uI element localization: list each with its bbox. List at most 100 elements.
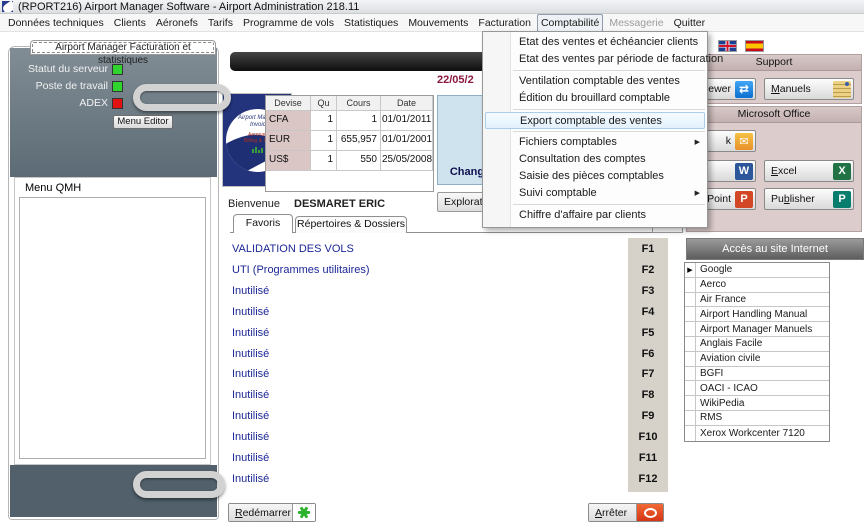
fkey-f5[interactable]: F5 [628,327,668,339]
stop-button[interactable]: Arrêter [588,503,664,522]
menu-aeronefs[interactable]: Aéronefs [152,14,202,32]
link-label: Anglais Facile [696,338,762,349]
notes-icon [833,81,851,98]
favorite-item-3[interactable]: Inutilisé [232,285,269,297]
currency-table: DeviseQuCoursDateCFA1101/01/2011EUR1655,… [265,95,434,192]
status-row-poste-de-travail: Poste de travail [14,80,123,92]
link-row-airport-manager-manuels[interactable]: Airport Manager Manuels [685,322,829,337]
link-row-air-france[interactable]: Air France [685,293,829,308]
currency-cell: 1 [337,111,381,131]
favorite-item-4[interactable]: Inutilisé [232,306,269,318]
fkey-f12[interactable]: F12 [628,473,668,485]
status-label: Statut du serveur [14,63,108,75]
menu-item-saisie-des-pieces-comptables[interactable]: Saisie des pièces comptables [483,168,707,185]
word-icon: W [735,163,753,180]
menu-clients[interactable]: Clients [110,14,150,32]
row-gutter [685,307,696,321]
tab-airport-manager-facturation[interactable]: Airport Manager Facturation et statistiq… [30,40,216,55]
menu-item-fichiers-comptables[interactable]: Fichiers comptables▶ [483,134,707,151]
manuels-button[interactable]: Manuels [764,78,854,100]
fkey-f1[interactable]: F1 [628,243,668,255]
link-row-airport-handling-manual[interactable]: Airport Handling Manual [685,307,829,322]
menu-item-edition-du-brouillard-comptable[interactable]: Édition du brouillard comptable [483,90,707,107]
favorite-item-7[interactable]: Inutilisé [232,368,269,380]
menu-qmh-list[interactable] [19,197,206,459]
restart-label: Redémarrer [229,504,293,521]
menu-item-ventilation-comptable-des-ventes[interactable]: Ventilation comptable des ventes [483,73,707,90]
favorite-item-11[interactable]: Inutilisé [232,452,269,464]
link-row-anglais-facile[interactable]: Anglais Facile [685,337,829,352]
welcome-message: Bienvenue DESMARET ERIC [228,198,385,210]
menu-donnees-techniques[interactable]: Données techniques [4,14,108,32]
favorite-item-2[interactable]: UTI (Programmes utilitaires) [232,264,370,276]
menu-facturation[interactable]: Facturation [474,14,535,32]
restart-button[interactable]: Redémarrer [228,503,316,522]
menu-quitter[interactable]: Quitter [670,14,710,32]
currency-col-devise: Devise [266,96,311,111]
teamviewer-label: ewer [708,83,731,95]
link-label: Aerco [696,279,726,290]
publisher-icon: P [833,191,851,208]
fkey-f8[interactable]: F8 [628,389,668,401]
favorite-item-5[interactable]: Inutilisé [232,327,269,339]
link-row-xerox-workcenter-7120[interactable]: Xerox Workcenter 7120 [685,426,829,441]
menu-item-etat-des-ventes-et-echeancier-clients[interactable]: Etat des ventes et échéancier clients [483,34,707,51]
fkey-f6[interactable]: F6 [628,348,668,360]
link-row-wikipedia[interactable]: WikiPedia [685,396,829,411]
menu-messagerie[interactable]: Messagerie [605,14,667,32]
menu-tarifs[interactable]: Tarifs [204,14,237,32]
link-row-google[interactable]: ▶Google [685,263,829,278]
favorite-item-9[interactable]: Inutilisé [232,410,269,422]
power-icon [637,504,663,521]
fkey-f4[interactable]: F4 [628,306,668,318]
favorite-item-1[interactable]: VALIDATION DES VOLS [232,243,354,255]
menu-editor-button[interactable]: Menu Editor [113,115,173,129]
favorite-item-10[interactable]: Inutilisé [232,431,269,443]
favorite-item-8[interactable]: Inutilisé [232,389,269,401]
row-gutter [685,396,696,410]
excel-button[interactable]: Excel X [764,160,854,182]
link-row-bgfi[interactable]: BGFI [685,367,829,382]
fkey-f3[interactable]: F3 [628,285,668,297]
link-label: RMS [696,412,722,423]
menu-mouvements[interactable]: Mouvements [404,14,472,32]
currency-cell: 1 [311,111,337,131]
fkey-f2[interactable]: F2 [628,264,668,276]
link-row-oaci-icao[interactable]: OACI - ICAO [685,381,829,396]
favorite-item-12[interactable]: Inutilisé [232,473,269,485]
status-led [112,81,123,92]
stop-label: Arrêter [589,504,637,521]
row-selector-arrow-icon: ▶ [685,263,696,277]
menu-item-consultation-des-comptes[interactable]: Consultation des comptes [483,151,707,168]
menu-programme-de-vols[interactable]: Programme de vols [239,14,338,32]
teamviewer-icon: ⇄ [735,81,753,98]
menu-item-chiffre-d-affaire-par-clients[interactable]: Chiffre d'affaire par clients [483,207,707,224]
link-row-aviation-civile[interactable]: Aviation civile [685,352,829,367]
row-gutter [685,381,696,395]
currency-cell: CFA [266,111,311,131]
app-window: (RPORT216) Airport Manager Software - Ai… [0,0,864,529]
link-row-aerco[interactable]: Aerco [685,278,829,293]
menu-item-etat-des-ventes-par-periode-de-facturation[interactable]: Etat des ventes par période de facturati… [483,51,707,68]
binder-ring-bottom [133,471,225,498]
link-label: Xerox Workcenter 7120 [696,428,805,439]
tab-repertoires-dossiers[interactable]: Répertoires & Dossiers [295,216,407,233]
publisher-button[interactable]: Publisher P [764,188,854,210]
currency-cell: 1 [311,131,337,151]
currency-cell: 25/05/2008 [381,151,433,171]
fkey-f11[interactable]: F11 [628,452,668,464]
fkey-f10[interactable]: F10 [628,431,668,443]
menu-comptabilite[interactable]: Comptabilité [537,14,603,32]
fkey-f7[interactable]: F7 [628,368,668,380]
menu-statistiques[interactable]: Statistiques [340,14,402,32]
menu-item-export-comptable-des-ventes[interactable]: Export comptable des ventes [485,112,705,129]
menu-item-suivi-comptable[interactable]: Suivi comptable▶ [483,185,707,202]
favorite-item-6[interactable]: Inutilisé [232,348,269,360]
flag-spain-icon[interactable] [745,40,764,52]
tab-favoris[interactable]: Favoris [233,214,293,233]
link-label: Google [696,264,732,275]
link-row-rms[interactable]: RMS [685,411,829,426]
menu-qmh-panel: Menu QMH [14,177,211,465]
fkey-f9[interactable]: F9 [628,410,668,422]
row-gutter [685,293,696,307]
